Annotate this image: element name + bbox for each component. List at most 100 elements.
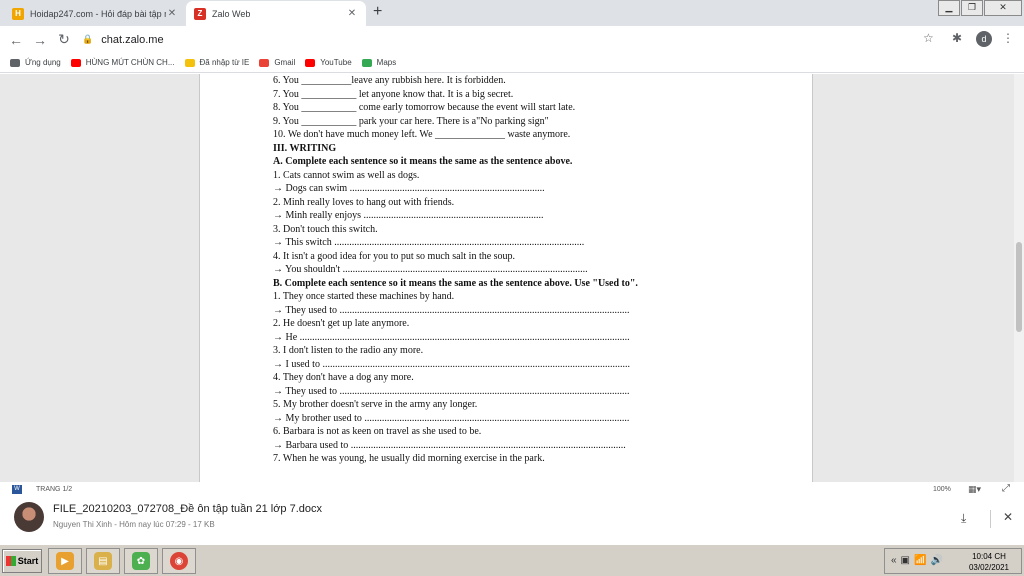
- view-mode-icon[interactable]: ▦▾: [968, 484, 981, 495]
- document-line: 4. It isn't a good idea for you to put s…: [273, 250, 516, 262]
- divider: [990, 510, 991, 528]
- sender-avatar: [14, 502, 44, 532]
- reload-icon[interactable]: ↻: [52, 31, 76, 48]
- clock-date: 03/02/2021: [968, 563, 1010, 572]
- document-content: 6. You __________leave any rubbish here.…: [273, 74, 743, 466]
- tray-icons[interactable]: «▣📶🔊: [891, 555, 947, 566]
- tab-hoidap247[interactable]: H Hoidap247.com - Hỏi đáp bài tập nh ✕: [4, 1, 186, 26]
- hoidap-favicon-icon: H: [12, 7, 24, 20]
- document-line: 6. Barbara is not as keen on travel as s…: [273, 426, 482, 437]
- browser-toolbar: ← → ↻ 🔒 chat.zalo.me ☆ ✱: [0, 26, 1024, 53]
- explorer-icon: ▤: [94, 552, 112, 570]
- folder-icon: [184, 58, 195, 67]
- document-line: 5. My brother doesn't serve in the army …: [273, 399, 478, 410]
- tab-title: Hoidap247.com - Hỏi đáp bài tập nh: [30, 8, 166, 19]
- page-indicator: TRANG 1/2: [36, 486, 73, 493]
- document-line: 1. They once started these machines by h…: [273, 291, 455, 302]
- document-line: → They used to .........................…: [273, 385, 630, 397]
- bookmark-maps[interactable]: Maps: [361, 58, 396, 67]
- address-bar[interactable]: 🔒 chat.zalo.me: [82, 29, 942, 50]
- document-line: → My brother used to ...................…: [273, 412, 630, 424]
- maximize-icon[interactable]: ❐: [961, 0, 983, 16]
- window-controls: ▁ ❐ ✕: [937, 0, 1022, 16]
- document-line: → You shouldn't ........................…: [273, 264, 588, 275]
- fullscreen-icon[interactable]: ⤢: [1002, 483, 1010, 494]
- bookmark-apps[interactable]: Ứng dụng: [10, 58, 61, 67]
- system-tray: «▣📶🔊 10:04 CH 03/02/2021: [884, 548, 1022, 574]
- tab-zalo-web[interactable]: Z Zalo Web ✕: [186, 1, 366, 26]
- document-line: → Barbara used to ......................…: [273, 439, 626, 451]
- viewer-status-bar: W TRANG 1/2 100% ▦▾ ⤢: [0, 482, 1024, 498]
- document-viewer[interactable]: 6. You __________leave any rubbish here.…: [0, 74, 1024, 482]
- bookmark-hung-mut[interactable]: HÙNG MÚT CHÙN CH...: [70, 58, 175, 67]
- close-viewer-icon[interactable]: ✕: [1003, 510, 1013, 524]
- gmail-icon: [259, 58, 270, 67]
- document-line: → Dogs can swim ........................…: [273, 183, 545, 194]
- forward-icon[interactable]: →: [28, 32, 52, 48]
- document-line: 3. Don't touch this switch.: [273, 223, 378, 235]
- screen: H Hoidap247.com - Hỏi đáp bài tập nh ✕ Z…: [0, 0, 1024, 576]
- tab-title: Zalo Web: [212, 8, 251, 19]
- new-tab-icon[interactable]: +: [373, 3, 382, 21]
- menu-dots-icon[interactable]: ⋮: [1002, 31, 1014, 45]
- start-button[interactable]: Start: [2, 549, 42, 573]
- extensions-icon[interactable]: ✱: [952, 31, 962, 45]
- document-line: 4. They don't have a dog any more.: [273, 372, 414, 383]
- lock-icon: 🔒: [82, 34, 94, 44]
- document-line: → Minh really enjoys ...................…: [273, 210, 544, 221]
- document-line: → This switch ..........................…: [273, 237, 585, 248]
- document-line: → They used to .........................…: [273, 304, 630, 316]
- back-icon[interactable]: ←: [4, 32, 28, 48]
- chrome-icon: ◉: [170, 552, 188, 570]
- maps-pin-icon: [361, 58, 372, 67]
- bookmark-star-icon[interactable]: ☆: [923, 31, 934, 45]
- bookmark-youtube[interactable]: YouTube: [305, 58, 352, 67]
- document-line: 2. Minh really loves to hang out with fr…: [273, 196, 455, 208]
- file-name: FILE_20210203_072708_Đề ôn tập tuần 21 l…: [53, 503, 322, 515]
- document-line: 10. We don't have much money left. We __…: [273, 129, 571, 140]
- apps-grid-icon: [10, 58, 20, 67]
- document-line: 7. When he was young, he usually did mor…: [273, 453, 545, 464]
- windows-flag-icon: [5, 556, 16, 566]
- word-icon: W: [12, 485, 22, 494]
- media-player-icon: ▶: [56, 552, 74, 570]
- tab-strip: H Hoidap247.com - Hỏi đáp bài tập nh ✕ Z…: [0, 0, 1024, 26]
- document-line: 6. You __________leave any rubbish here.…: [273, 75, 506, 86]
- close-icon[interactable]: ✕: [166, 8, 178, 19]
- document-line: 7. You ___________ let anyone know that.…: [273, 88, 514, 100]
- file-meta: Nguyen Thi Xinh - Hôm nay lúc 07:29 - 17…: [53, 520, 215, 529]
- youtube-icon: [70, 58, 81, 67]
- taskbar-media-player[interactable]: ▶: [48, 548, 82, 574]
- green-app-icon: ✿: [132, 552, 150, 570]
- zoom-level[interactable]: 100%: [933, 486, 951, 493]
- bookmark-gmail[interactable]: Gmail: [259, 58, 295, 67]
- document-page: 6. You __________leave any rubbish here.…: [199, 74, 813, 482]
- youtube-icon: [305, 58, 316, 67]
- bookmark-imported-ie[interactable]: Đã nhập từ IE: [184, 58, 249, 67]
- profile-avatar[interactable]: d: [976, 31, 992, 47]
- document-line: 8. You ___________ come early tomorrow b…: [273, 102, 576, 113]
- bookmarks-bar: Ứng dụng HÙNG MÚT CHÙN CH... Đã nhập từ …: [0, 53, 1024, 73]
- document-line: A. Complete each sentence so it means th…: [273, 156, 573, 167]
- document-line: B. Complete each sentence so it means th…: [273, 277, 638, 289]
- scroll-thumb[interactable]: [1016, 242, 1022, 332]
- file-info-panel: FILE_20210203_072708_Đề ôn tập tuần 21 l…: [0, 498, 1024, 544]
- document-line: → He ...................................…: [273, 331, 630, 343]
- zalo-favicon-icon: Z: [194, 7, 206, 20]
- document-line: 3. I don't listen to the radio any more.: [273, 345, 424, 356]
- minimize-icon[interactable]: ▁: [938, 0, 960, 16]
- vertical-scrollbar[interactable]: [1014, 74, 1024, 482]
- download-icon[interactable]: ⤓: [961, 511, 966, 526]
- window-close-icon[interactable]: ✕: [984, 0, 1022, 16]
- taskbar-explorer[interactable]: ▤: [86, 548, 120, 574]
- document-line: 2. He doesn't get up late anymore.: [273, 318, 410, 329]
- clock-time: 10:04 CH: [972, 552, 1006, 561]
- url-text: chat.zalo.me: [101, 33, 164, 46]
- document-line: 9. You ___________ park your car here. T…: [273, 115, 549, 127]
- taskbar-green-app[interactable]: ✿: [124, 548, 158, 574]
- document-line: 1. Cats cannot swim as well as dogs.: [273, 169, 420, 181]
- close-icon[interactable]: ✕: [346, 8, 358, 19]
- document-line: → I used to ............................…: [273, 358, 630, 370]
- taskbar-chrome[interactable]: ◉: [162, 548, 196, 574]
- taskbar: Start ▶ ▤ ✿ ◉ «▣📶🔊 10:04 CH 03/02/2021: [0, 544, 1024, 576]
